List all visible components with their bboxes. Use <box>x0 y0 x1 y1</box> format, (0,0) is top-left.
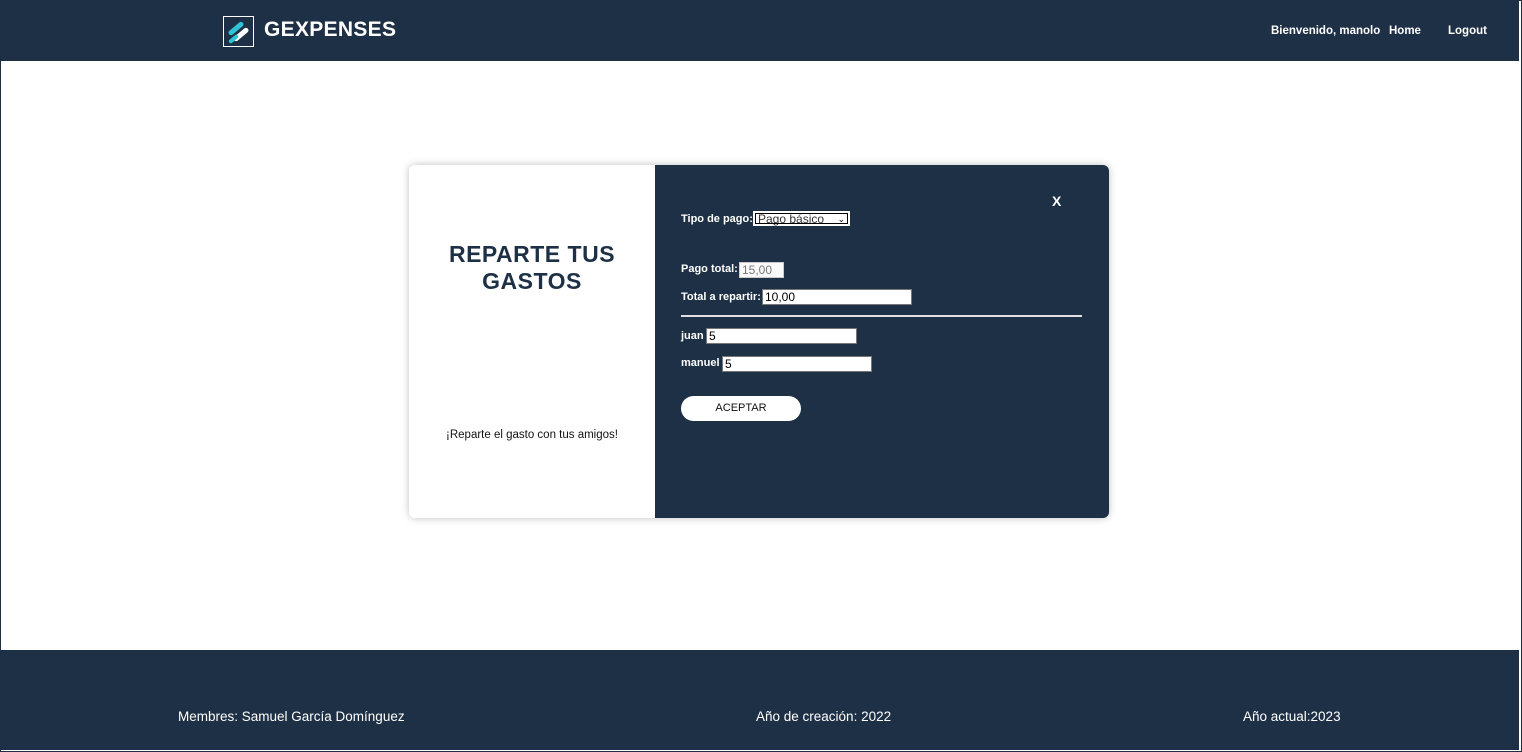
payment-type-label: Tipo de pago: <box>681 213 753 225</box>
logo-icon[interactable] <box>223 16 254 47</box>
total-payment-field: 15,00 <box>739 262 784 278</box>
split-total-label: Total a repartir: <box>681 291 761 303</box>
nav-logout-link[interactable]: Logout <box>1448 25 1487 37</box>
nav-home-link[interactable]: Home <box>1389 25 1421 37</box>
welcome-text: Bienvenido, manolo <box>1271 25 1381 37</box>
modal-info-panel: REPARTE TUS GASTOS ¡Reparte el gasto con… <box>409 165 655 518</box>
modal-title-line1: REPARTE TUS <box>448 241 616 267</box>
member-label-manuel: manuel <box>681 357 720 369</box>
member-label-juan: juan <box>681 330 704 342</box>
footer-members: Membres: Samuel García Domínguez <box>178 709 405 724</box>
modal-title-line2: GASTOS <box>482 268 582 294</box>
payment-type-select[interactable]: Pago básico ⌄ <box>753 211 850 226</box>
brand-name[interactable]: GEXPENSES <box>264 18 396 42</box>
footer: Membres: Samuel García Domínguez Año de … <box>1 650 1519 750</box>
modal-form-panel: X Tipo de pago: Pago básico ⌄ Pago total… <box>655 165 1109 518</box>
form-divider <box>681 315 1082 317</box>
modal-subtitle: ¡Reparte el gasto con tus amigos! <box>446 429 618 441</box>
member-amount-manuel[interactable]: 5 <box>722 356 872 372</box>
chevron-down-icon: ⌄ <box>837 214 845 224</box>
split-total-field[interactable]: 10,00 <box>762 289 912 305</box>
footer-current-year: Año actual:2023 <box>1243 709 1341 724</box>
member-amount-juan[interactable]: 5 <box>706 328 857 344</box>
close-button[interactable]: X <box>1052 193 1061 209</box>
accept-button[interactable]: ACEPTAR <box>681 396 801 421</box>
modal-title: REPARTE TUS GASTOS <box>409 241 655 295</box>
total-payment-label: Pago total: <box>681 263 738 275</box>
footer-created: Año de creación: 2022 <box>756 709 892 724</box>
payment-type-selected: Pago básico <box>758 212 825 226</box>
split-expense-modal: REPARTE TUS GASTOS ¡Reparte el gasto con… <box>409 165 1109 518</box>
top-navbar: GEXPENSES Bienvenido, manolo Home Logout <box>1 1 1519 61</box>
